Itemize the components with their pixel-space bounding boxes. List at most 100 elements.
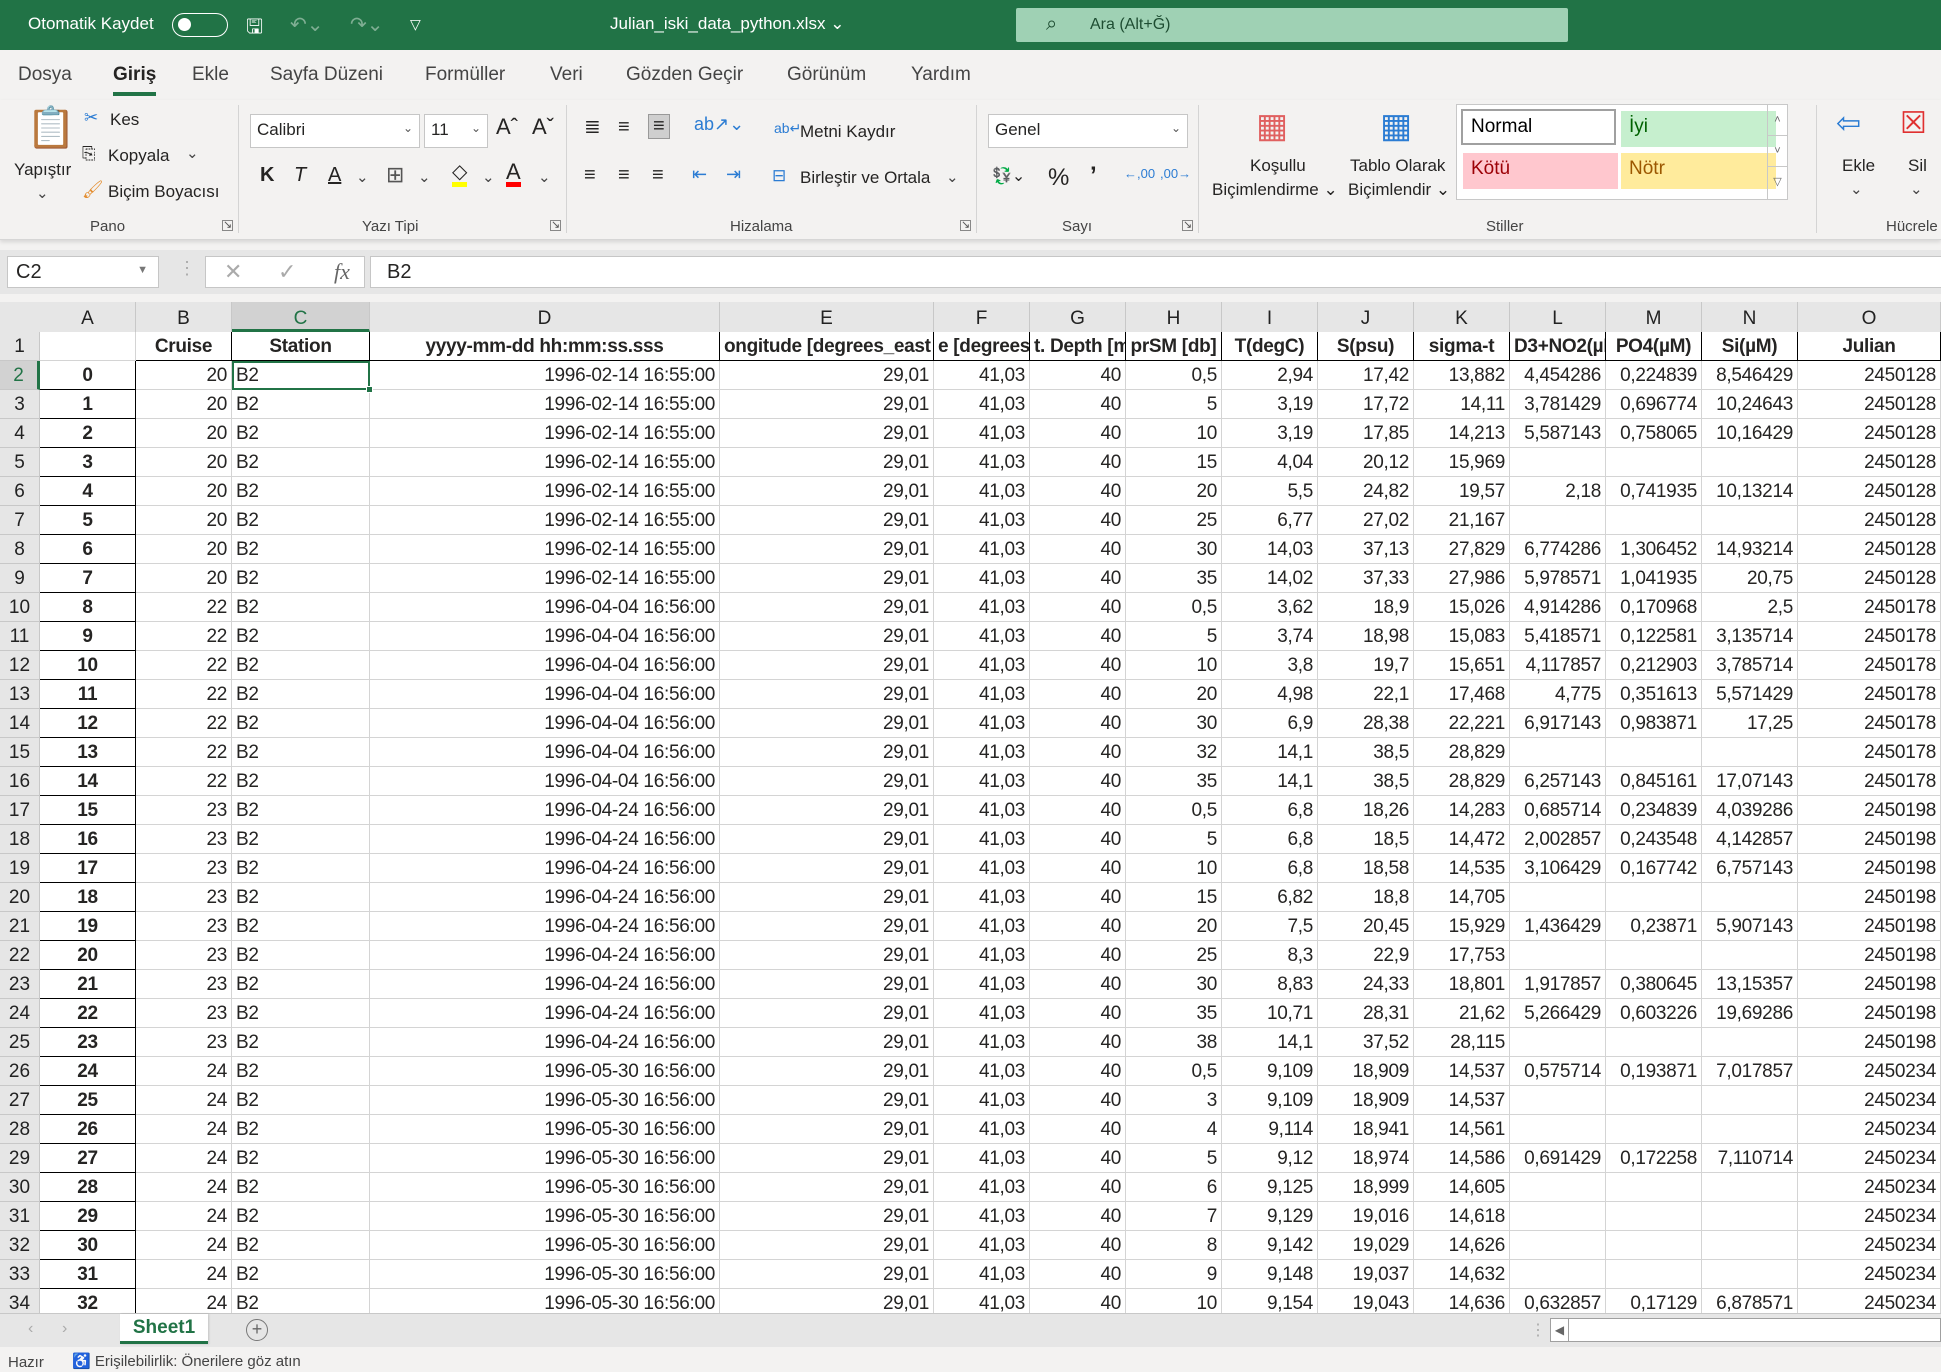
cell[interactable]: 9,12	[1222, 1144, 1318, 1173]
cell[interactable]	[1510, 1231, 1606, 1260]
cell[interactable]: 0,243548	[1606, 825, 1702, 854]
cell[interactable]	[1606, 448, 1702, 477]
cell[interactable]: 2450128	[1798, 448, 1941, 477]
row-header[interactable]: 16	[0, 767, 40, 796]
cell[interactable]: 41,03	[934, 796, 1030, 825]
cell[interactable]: 28,38	[1318, 709, 1414, 738]
cell[interactable]: 40	[1030, 1115, 1126, 1144]
cell[interactable]: 1996-04-04 16:56:00	[370, 709, 720, 738]
cell[interactable]: B2	[232, 506, 370, 535]
cell[interactable]: B2	[232, 1173, 370, 1202]
cell[interactable]: 17,85	[1318, 419, 1414, 448]
cell[interactable]: 20	[136, 477, 232, 506]
cell[interactable]: B2	[232, 883, 370, 912]
clipboard-launcher-icon[interactable]: ↘	[222, 220, 233, 231]
cell[interactable]: 14,472	[1414, 825, 1510, 854]
cell[interactable]: 38,5	[1318, 767, 1414, 796]
cell[interactable]: 1996-04-24 16:56:00	[370, 970, 720, 999]
cell[interactable]: 25	[1126, 941, 1222, 970]
cell[interactable]: 22	[136, 593, 232, 622]
cell[interactable]: 1996-02-14 16:55:00	[370, 506, 720, 535]
cell[interactable]: 15,651	[1414, 651, 1510, 680]
cell[interactable]: 0,603226	[1606, 999, 1702, 1028]
comma-style-icon[interactable]: ’	[1090, 162, 1097, 190]
cell[interactable]	[1702, 1028, 1798, 1057]
cell[interactable]: 2	[40, 419, 136, 448]
cell[interactable]: 19,043	[1318, 1289, 1414, 1313]
cell[interactable]: 28,829	[1414, 767, 1510, 796]
cell[interactable]: 2450198	[1798, 796, 1941, 825]
cell[interactable]: 41,03	[934, 1260, 1030, 1289]
active-cell[interactable]: B2	[232, 361, 370, 390]
cell[interactable]: 1996-05-30 16:56:00	[370, 1144, 720, 1173]
cell[interactable]: 14,705	[1414, 883, 1510, 912]
decrease-decimal-icon[interactable]: ,00→	[1160, 166, 1191, 181]
cell[interactable]: 0,5	[1126, 593, 1222, 622]
cell[interactable]: 19,029	[1318, 1231, 1414, 1260]
cell[interactable]: 2450234	[1798, 1202, 1941, 1231]
cell[interactable]: 5,266429	[1510, 999, 1606, 1028]
copy-dropdown-icon[interactable]: ⌄	[186, 144, 199, 162]
cell[interactable]: 2450128	[1798, 506, 1941, 535]
cell[interactable]: 0,23871	[1606, 912, 1702, 941]
cell[interactable]: 29,01	[720, 941, 934, 970]
paste-button[interactable]: Yapıştır	[14, 160, 71, 180]
column-header-e[interactable]: E	[720, 302, 934, 332]
cell[interactable]: 29,01	[720, 390, 934, 419]
cell[interactable]: 35	[1126, 999, 1222, 1028]
column-title-cell[interactable]: T(degC)	[1222, 332, 1318, 361]
cell[interactable]: 1996-02-14 16:55:00	[370, 564, 720, 593]
accessibility-status[interactable]: ♿ Erişilebilirlik: Önerilere göz atın	[72, 1352, 301, 1370]
cell[interactable]: 1996-02-14 16:55:00	[370, 361, 720, 390]
cell[interactable]: B2	[232, 999, 370, 1028]
cell[interactable]: 29,01	[720, 1231, 934, 1260]
increase-indent-icon[interactable]: ⇥	[726, 164, 741, 185]
cell[interactable]: 22	[136, 709, 232, 738]
cell[interactable]: 15	[1126, 448, 1222, 477]
cell[interactable]: 2450178	[1798, 738, 1941, 767]
row-header[interactable]: 24	[0, 999, 40, 1028]
cell[interactable]: 3,74	[1222, 622, 1318, 651]
cell[interactable]: 40	[1030, 1028, 1126, 1057]
cell[interactable]	[1510, 883, 1606, 912]
cell[interactable]: 29,01	[720, 796, 934, 825]
cell[interactable]: 7	[1126, 1202, 1222, 1231]
cell[interactable]: 0,351613	[1606, 680, 1702, 709]
cell[interactable]	[1702, 1115, 1798, 1144]
cell[interactable]: 2450198	[1798, 999, 1941, 1028]
cell[interactable]: 9,148	[1222, 1260, 1318, 1289]
cell[interactable]: 20	[136, 535, 232, 564]
cell[interactable]: 6,9	[1222, 709, 1318, 738]
borders-dropdown-icon[interactable]: ⌄	[418, 168, 431, 186]
row-header[interactable]: 32	[0, 1231, 40, 1260]
cell[interactable]: B2	[232, 1144, 370, 1173]
cell[interactable]: 9	[40, 622, 136, 651]
cell[interactable]: B2	[232, 709, 370, 738]
row-header[interactable]: 11	[0, 622, 40, 651]
paste-dropdown-icon[interactable]: ⌄	[36, 184, 49, 202]
cell[interactable]	[1702, 738, 1798, 767]
cell[interactable]: 18,909	[1318, 1086, 1414, 1115]
cell[interactable]: B2	[232, 1260, 370, 1289]
search-box[interactable]: ⌕ Ara (Alt+Ğ)	[1016, 8, 1568, 42]
cell[interactable]: 29,01	[720, 506, 934, 535]
row-header[interactable]: 33	[0, 1260, 40, 1289]
cell[interactable]: 1996-02-14 16:55:00	[370, 535, 720, 564]
cell[interactable]	[1510, 941, 1606, 970]
row-header[interactable]: 7	[0, 506, 40, 535]
cell[interactable]: 8,3	[1222, 941, 1318, 970]
cell[interactable]: 28,31	[1318, 999, 1414, 1028]
cell[interactable]: 9,109	[1222, 1057, 1318, 1086]
cell[interactable]: 23	[136, 912, 232, 941]
align-center-icon[interactable]: ≡	[618, 164, 630, 187]
gallery-down-icon[interactable]: ˅	[1768, 136, 1787, 167]
cell[interactable]: 23	[136, 883, 232, 912]
cell[interactable]: 20	[1126, 912, 1222, 941]
cell[interactable]: 37,33	[1318, 564, 1414, 593]
column-header-b[interactable]: B	[136, 302, 232, 332]
font-color-dropdown-icon[interactable]: ⌄	[538, 168, 551, 186]
cell[interactable]: 2450178	[1798, 622, 1941, 651]
cell[interactable]: 18,58	[1318, 854, 1414, 883]
row-header[interactable]: 10	[0, 593, 40, 622]
cell[interactable]: 28,115	[1414, 1028, 1510, 1057]
